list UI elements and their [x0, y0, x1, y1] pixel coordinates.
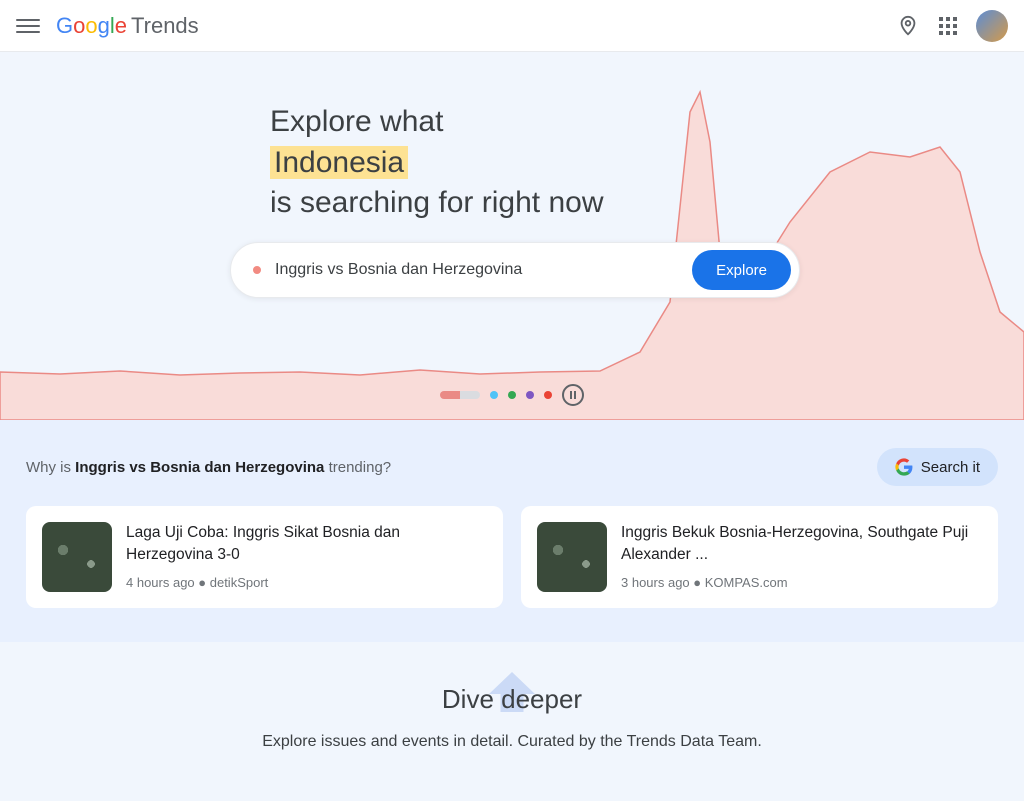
slide-indicator[interactable] — [526, 391, 534, 399]
why-trending: Why is Inggris vs Bosnia dan Herzegovina… — [26, 459, 391, 476]
logo-product: Trends — [131, 13, 199, 39]
dive-deeper-title: Dive deeper — [0, 684, 1024, 715]
search-input[interactable] — [275, 261, 692, 279]
slide-indicator[interactable] — [508, 391, 516, 399]
dive-deeper-section: Dive deeper Explore issues and events in… — [0, 642, 1024, 801]
news-thumb — [537, 522, 607, 592]
explore-button[interactable]: Explore — [692, 250, 791, 290]
hero-line2: is searching for right now — [270, 186, 604, 219]
hero-title: Explore what Indonesia is searching for … — [270, 102, 604, 224]
search-it-label: Search it — [921, 459, 980, 476]
searchbar: Explore — [230, 242, 800, 298]
apps-icon[interactable] — [936, 14, 960, 38]
pause-button[interactable] — [562, 384, 584, 406]
news-meta: 4 hours ago ● detikSport — [126, 575, 487, 590]
news-card[interactable]: Laga Uji Coba: Inggris Sikat Bosnia dan … — [26, 506, 503, 608]
hero: Explore what Indonesia is searching for … — [0, 52, 1024, 420]
why-suffix: trending? — [324, 459, 391, 476]
news-meta: 3 hours ago ● KOMPAS.com — [621, 575, 982, 590]
hero-line1: Explore what — [270, 105, 443, 138]
location-icon[interactable] — [896, 14, 920, 38]
news-title: Laga Uji Coba: Inggris Sikat Bosnia dan … — [126, 522, 487, 565]
news-cards: Laga Uji Coba: Inggris Sikat Bosnia dan … — [26, 506, 998, 608]
why-prefix: Why is — [26, 459, 75, 476]
trend-dot-icon — [253, 266, 261, 274]
slide-indicator[interactable] — [544, 391, 552, 399]
dive-deeper-subtitle: Explore issues and events in detail. Cur… — [0, 733, 1024, 751]
why-term: Inggris vs Bosnia dan Herzegovina — [75, 459, 324, 476]
slide-indicator-active[interactable] — [440, 391, 480, 399]
trending-section: Why is Inggris vs Bosnia dan Herzegovina… — [0, 420, 1024, 642]
slide-indicators — [440, 384, 584, 406]
news-card[interactable]: Inggris Bekuk Bosnia-Herzegovina, Southg… — [521, 506, 998, 608]
trending-header: Why is Inggris vs Bosnia dan Herzegovina… — [26, 448, 998, 486]
news-title: Inggris Bekuk Bosnia-Herzegovina, Southg… — [621, 522, 982, 565]
hero-highlight: Indonesia — [270, 146, 408, 179]
header-actions — [896, 10, 1008, 42]
header: Google Trends — [0, 0, 1024, 52]
slide-indicator[interactable] — [490, 391, 498, 399]
logo[interactable]: Google Trends — [56, 13, 199, 39]
news-thumb — [42, 522, 112, 592]
menu-icon[interactable] — [16, 14, 40, 38]
google-icon — [895, 458, 913, 476]
avatar[interactable] — [976, 10, 1008, 42]
search-it-button[interactable]: Search it — [877, 448, 998, 486]
